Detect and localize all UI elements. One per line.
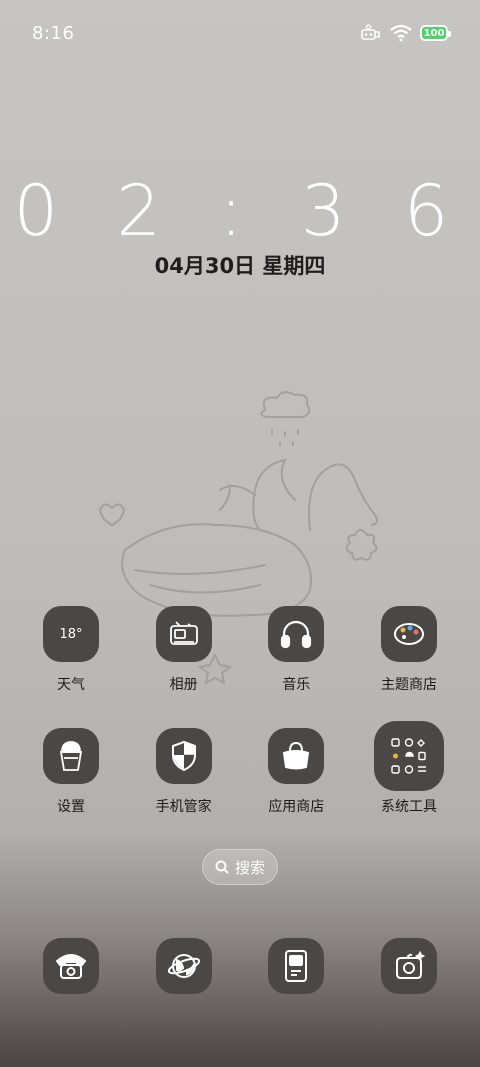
weather-icon: 18° [43, 606, 99, 662]
app-label-weather: 天气 [57, 677, 85, 693]
phone-icon [43, 938, 99, 994]
app-label-phone-manager: 手机管家 [155, 799, 212, 815]
gallery-icon [155, 606, 212, 662]
app-music[interactable]: 音乐 [240, 606, 352, 694]
messages-icon [268, 938, 325, 994]
app-row-2: 设置 手机管家 应用商店 系统工具 [15, 721, 465, 816]
hd-signal-icon [361, 24, 380, 40]
app-label-system-tools: 系统工具 [380, 799, 437, 815]
app-app-store[interactable]: 应用商店 [240, 728, 352, 816]
status-time: 8:16 [32, 22, 75, 44]
dock-browser[interactable] [128, 938, 240, 994]
search-icon [215, 860, 229, 874]
app-label-theme-store: 主题商店 [380, 677, 437, 693]
camera-icon [380, 938, 437, 994]
weather-temperature: 18° [59, 626, 83, 642]
app-settings[interactable]: 设置 [15, 728, 127, 816]
app-label-app-store: 应用商店 [268, 799, 325, 815]
clock-date: 04月30日 星期四 [154, 254, 326, 278]
dock-phone[interactable] [15, 938, 127, 994]
app-phone-manager[interactable]: 手机管家 [128, 728, 240, 816]
dock-camera[interactable] [353, 938, 465, 994]
status-bar: 8:16 100 [0, 0, 480, 66]
app-weather[interactable]: 18° 天气 [15, 606, 127, 694]
dock-messages[interactable] [240, 938, 352, 994]
bag-icon [268, 728, 325, 784]
settings-cupcake-icon [43, 728, 99, 784]
search-label: 搜索 [234, 858, 265, 877]
shield-icon [155, 728, 212, 784]
app-row-1: 18° 天气 相册 音乐 主题商店 [15, 606, 465, 694]
app-label-music: 音乐 [282, 677, 311, 693]
app-label-gallery: 相册 [169, 677, 198, 693]
lock-clock: 0 2 : 3 6 [13, 170, 467, 252]
globe-icon [155, 938, 212, 994]
headphones-icon [268, 606, 325, 662]
app-label-settings: 设置 [57, 799, 85, 815]
palette-icon [380, 606, 437, 662]
search-button[interactable]: 搜索 [202, 849, 278, 885]
wifi-icon [390, 24, 412, 42]
battery-indicator: 100 [420, 25, 451, 41]
app-theme-store[interactable]: 主题商店 [353, 606, 465, 694]
status-icons: 100 [360, 24, 451, 42]
app-gallery[interactable]: 相册 [128, 606, 240, 694]
dock [15, 938, 465, 994]
folder-icon [373, 721, 444, 791]
app-system-tools[interactable]: 系统工具 [353, 721, 465, 816]
